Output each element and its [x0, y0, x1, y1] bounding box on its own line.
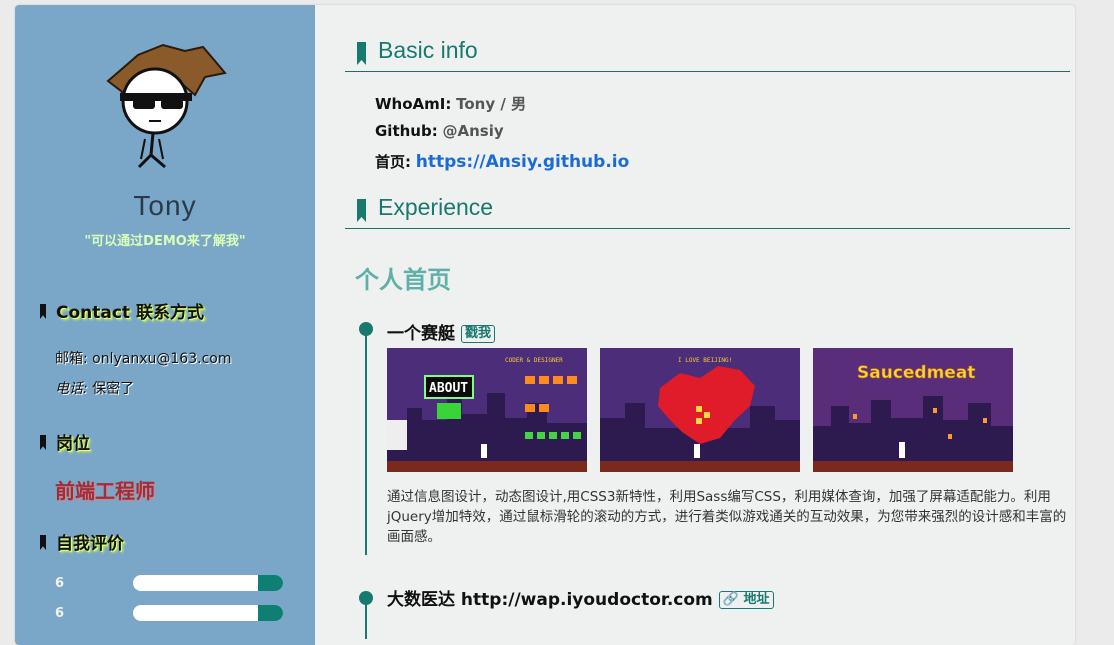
phone-value: 保密了	[92, 381, 135, 397]
screenshot-about[interactable]: ABOUT CODER & DESIGNER	[387, 348, 587, 472]
sidebar: Tony "可以通过DEMO来了解我" Contact 联系方式 邮箱: onl…	[15, 5, 315, 645]
screenshot-about-title: ABOUT	[429, 381, 468, 396]
homepage-link[interactable]: https://Ansiy.github.io	[416, 152, 630, 172]
contact-heading: Contact 联系方式	[40, 298, 204, 323]
self-eval-heading: 自我评价	[40, 529, 124, 554]
project-title-text: 一个赛艇	[387, 324, 455, 344]
position-heading-label: 岗位	[56, 434, 90, 454]
homepage-row: 首页: https://Ansiy.github.io	[375, 151, 629, 172]
project-title: 一个赛艇 戳我	[387, 319, 496, 344]
project-description: 通过信息图设计，动态图设计,用CSS3新特性，利用Sass编写CSS，利用媒体查…	[387, 489, 1067, 545]
email-row: 邮箱: onlyanxu@163.com	[55, 348, 231, 368]
skill-bar	[133, 605, 283, 621]
skill-score: 6	[55, 606, 65, 621]
skill-bar-fill	[257, 605, 283, 621]
timeline-dot	[359, 322, 373, 336]
project-title-text: 大数医达 http://wap.iyoudoctor.com	[387, 590, 713, 610]
screenshot-saucedmeat[interactable]: Saucedmeat	[813, 348, 1013, 472]
whoami-label: WhoAmI:	[375, 95, 452, 113]
skill-score: 6	[55, 576, 65, 591]
screenshot-beijing[interactable]: I LOVE BEIJING!	[600, 348, 800, 472]
bookmark-icon	[40, 435, 46, 450]
bookmark-icon	[357, 199, 366, 222]
bookmark-icon	[40, 535, 46, 550]
job-title: 前端工程师	[55, 479, 155, 503]
bookmark-icon	[40, 304, 46, 319]
screenshot-about-subtitle: CODER & DESIGNER	[505, 357, 563, 364]
contact-heading-label: Contact 联系方式	[56, 303, 204, 323]
whoami-value: Tony / 男	[456, 95, 527, 113]
skill-bar	[133, 575, 283, 591]
project-address-tag-label: 地址	[743, 592, 770, 607]
profile-name: Tony	[133, 190, 197, 221]
profile-motto: "可以通过DEMO来了解我"	[84, 234, 246, 249]
group-title: 个人首页	[355, 266, 451, 294]
github-row: Github: @Ansiy	[375, 122, 504, 140]
github-value: @Ansiy	[442, 122, 504, 140]
screenshot-beijing-title: I LOVE BEIJING!	[678, 357, 732, 364]
basic-info-heading-label: Basic info	[378, 37, 478, 63]
resume-card: Tony "可以通过DEMO来了解我" Contact 联系方式 邮箱: onl…	[15, 5, 1075, 645]
github-label: Github:	[375, 122, 438, 140]
timeline-line	[365, 327, 367, 555]
basic-info-heading: Basic info	[345, 37, 1070, 72]
whoami-row: WhoAmI: Tony / 男	[375, 93, 526, 114]
phone-label: 电话:	[55, 381, 88, 397]
phone-row: 电话: 保密了	[55, 378, 134, 398]
project-title: 大数医达 http://wap.iyoudoctor.com 🔗 地址	[387, 585, 774, 610]
avatar	[106, 43, 227, 169]
link-icon: 🔗	[722, 592, 739, 607]
bookmark-icon	[357, 42, 366, 65]
main-content: Basic info WhoAmI: Tony / 男 Github: @Ans…	[330, 5, 1075, 645]
project-address-tag[interactable]: 🔗 地址	[718, 591, 774, 609]
experience-heading: Experience	[345, 194, 1070, 229]
homepage-label: 首页:	[375, 153, 411, 171]
email-label: 邮箱:	[55, 351, 88, 367]
screenshot-saucedmeat-title: Saucedmeat	[857, 363, 975, 383]
timeline-dot	[359, 591, 373, 605]
position-heading: 岗位	[40, 429, 90, 454]
skill-bar-fill	[257, 575, 283, 591]
project-link-tag[interactable]: 戳我	[461, 325, 496, 343]
experience-heading-label: Experience	[378, 194, 494, 220]
email-value: onlyanxu@163.com	[92, 351, 232, 367]
self-eval-heading-label: 自我评价	[56, 534, 124, 554]
timeline-line	[365, 599, 367, 639]
